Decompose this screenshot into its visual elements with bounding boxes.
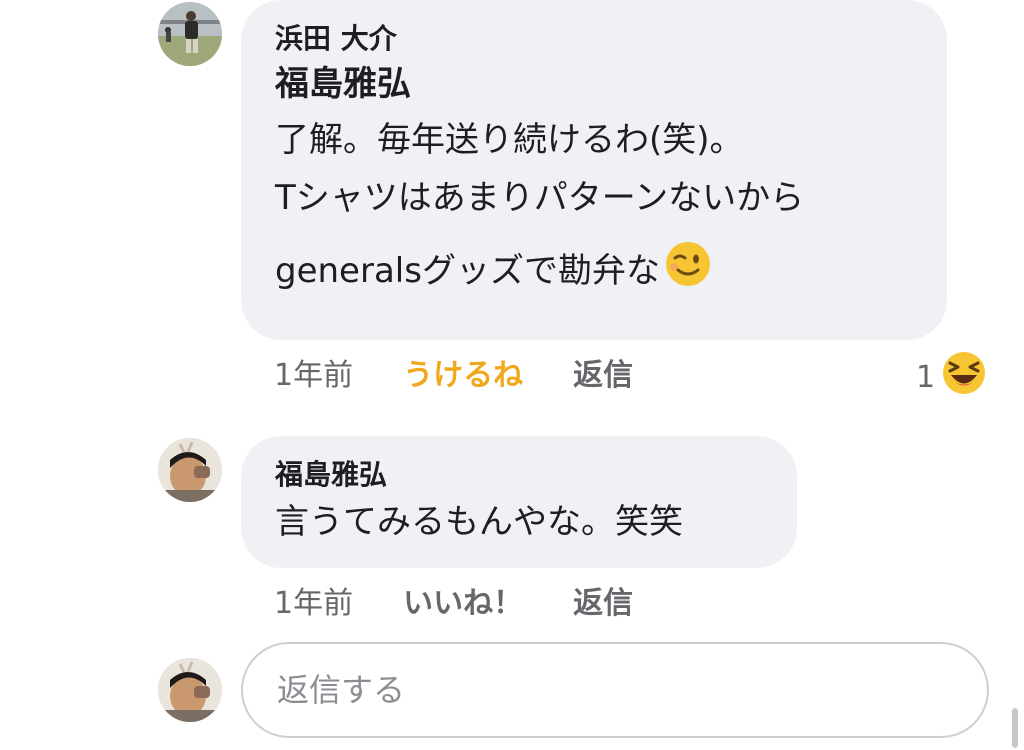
comment-author[interactable]: 浜田 大介 [275,22,913,56]
comment-text-segment: generalsグッズで勘弁な [275,251,660,291]
current-user-avatar [158,658,222,722]
winking-face-emoji-icon [664,240,712,305]
comment-text-line: generalsグッズで勘弁な [275,240,913,305]
laughing-face-icon [941,350,987,404]
comment-author[interactable]: 福島雅弘 [275,458,763,492]
reply-input-container[interactable] [241,642,989,738]
comment-timestamp[interactable]: 1年前 [274,354,353,398]
comment-text-line: Tシャツはあまりパターンないから [275,178,805,218]
comment-bubble: 福島雅弘 言うてみるもんやな。笑笑 [241,436,797,568]
comment-timestamp[interactable]: 1年前 [274,582,353,626]
reaction-count: 1 [916,359,936,395]
commenter-avatar[interactable] [158,438,222,502]
mention-tag[interactable]: 福島雅弘 [275,62,913,106]
commenter-avatar[interactable] [158,2,222,66]
comment-text-line: 言うてみるもんやな。笑笑 [275,502,683,542]
reply-button[interactable]: 返信 [573,582,633,626]
reply-button[interactable]: 返信 [573,354,633,398]
like-button[interactable]: いいね！ [403,582,523,626]
react-button[interactable]: うけるね [403,354,523,398]
scrollbar[interactable] [1012,708,1018,748]
reply-input[interactable] [275,670,987,710]
comment-meta-row: 1年前 いいね！ 返信 [274,582,633,626]
reaction-summary[interactable]: 1 [916,350,987,404]
comment-meta-row: 1年前 うけるね 返信 [274,354,633,398]
comment-text-line: 了解。毎年送り続けるわ(笑)。 [275,120,744,160]
comment-bubble: 浜田 大介 福島雅弘 了解。毎年送り続けるわ(笑)。 Tシャツはあまりパターンな… [241,0,947,340]
